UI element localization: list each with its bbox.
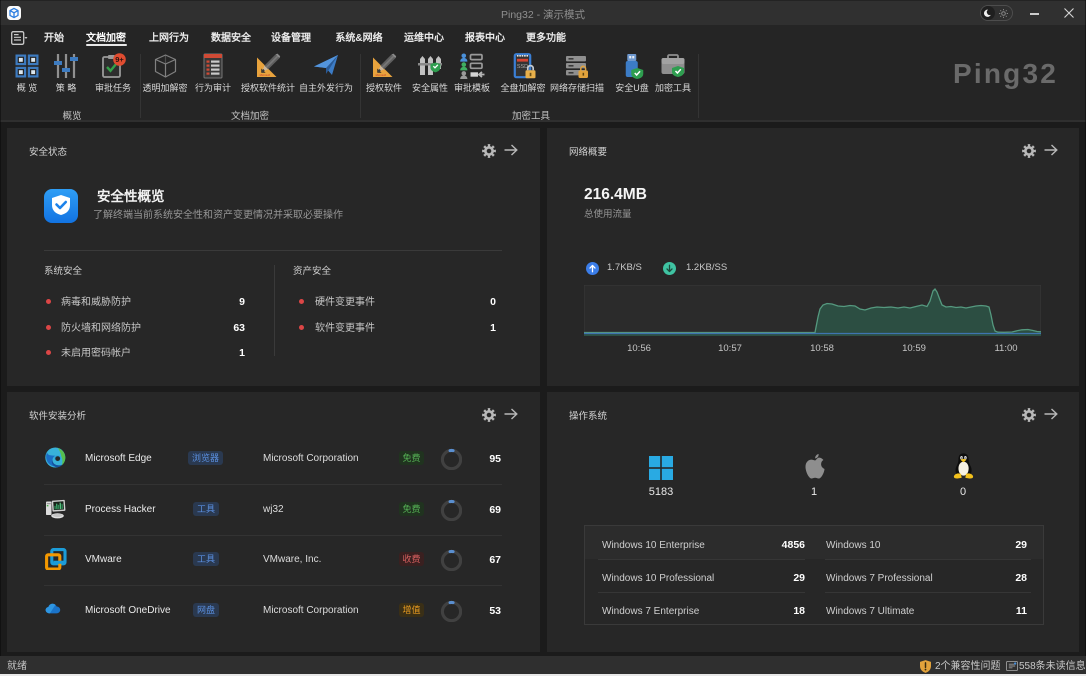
svg-text:SSD: SSD	[516, 64, 527, 70]
svg-text:9+: 9+	[115, 55, 124, 64]
